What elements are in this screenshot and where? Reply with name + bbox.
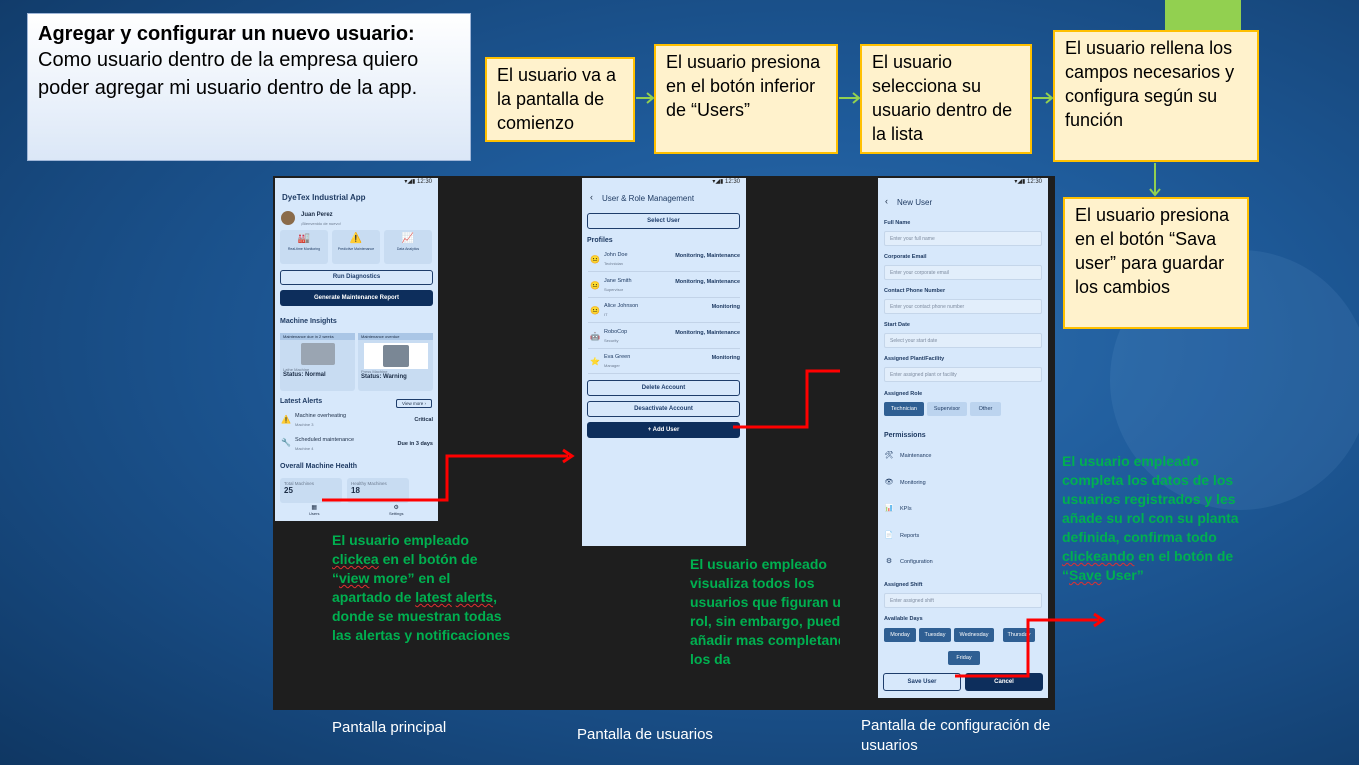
caption-users-screen: Pantalla de usuarios — [577, 726, 713, 743]
note-users-screen: El usuario empleado visualiza todos los … — [690, 556, 840, 667]
red-connectors — [322, 369, 1106, 678]
note-users-screen-clip: El usuario empleado visualiza todos los … — [690, 555, 840, 667]
caption-main-screen: Pantalla principal — [332, 719, 447, 736]
connector-save-user — [955, 618, 1099, 678]
caption-config-screen: Pantalla de configuración de usuarios — [861, 717, 1051, 754]
connector-add-user — [733, 369, 840, 429]
note-config-screen: El usuario empleado completa los datos d… — [1062, 453, 1239, 583]
note-main-screen: El usuario empleado clickea en el botón … — [332, 532, 511, 643]
connector-view-more — [322, 454, 568, 502]
